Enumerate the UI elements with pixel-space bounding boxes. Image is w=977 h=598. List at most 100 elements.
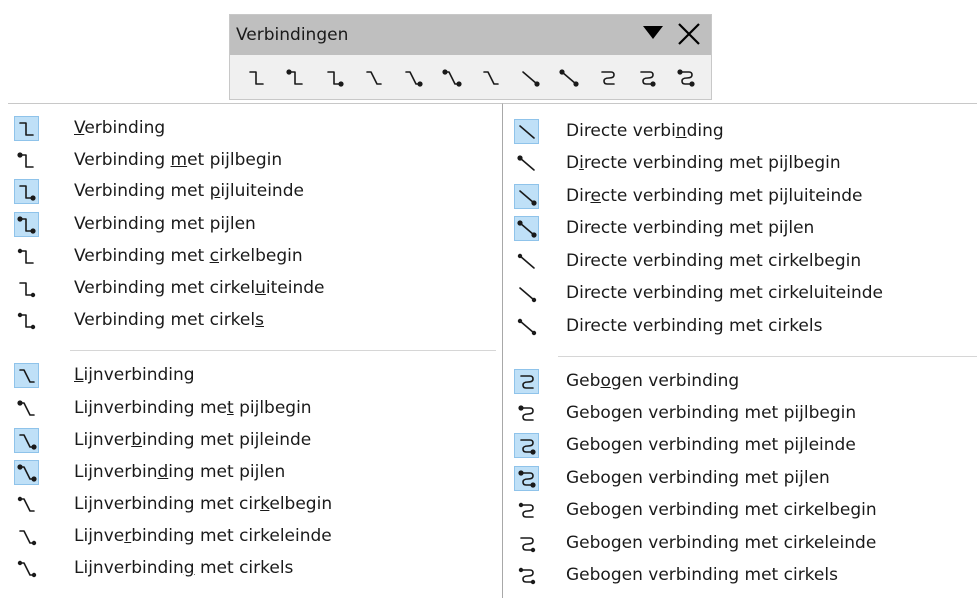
menu-item[interactable]: Lijnverbinding met cirkelbegin (8, 488, 502, 521)
line-connector-icon[interactable] (359, 65, 389, 91)
menu-item-label: Lijnverbinding met cirkeleinde (74, 526, 332, 546)
accelerator-key: k (260, 494, 270, 514)
accelerator-key: n (675, 121, 687, 141)
straight-connector-circles-icon (514, 314, 539, 339)
curved-connector-arrows-icon (514, 466, 539, 491)
straight-connector-icon (514, 119, 539, 144)
curved-connector-arrow-start-icon (514, 401, 539, 426)
menu-item-label: Lijnverbinding met cirkels (74, 558, 294, 578)
menu-item[interactable]: Lijnverbinding met pijlbegin (8, 392, 502, 425)
menu-item[interactable]: Directe verbinding met pijlbegin (503, 147, 977, 180)
menu-item[interactable]: Gebogen verbinding met cirkels (503, 559, 977, 592)
menu-item-label: Gebogen verbinding met pijleinde (566, 435, 856, 455)
connector-arrow-end-icon (14, 179, 39, 204)
curved-connector-arrows-icon[interactable] (671, 65, 701, 91)
curved-connector-icon[interactable] (593, 65, 623, 91)
menu-item[interactable]: Gebogen verbinding met pijlen (503, 462, 977, 495)
line-connector-arrows-icon[interactable] (437, 65, 467, 91)
menu-item-label: Directe verbinding met pijlen (566, 218, 815, 238)
menu-separator (558, 356, 977, 357)
menu-item[interactable]: Directe verbinding met pijluiteinde (503, 180, 977, 213)
accelerator-key: c (209, 246, 219, 266)
connector-arrow-start-icon[interactable] (281, 65, 311, 91)
menu-item-label: Gebogen verbinding met cirkelbegin (566, 500, 877, 520)
accelerator-key: g (183, 558, 195, 578)
standard-connector-icon[interactable] (242, 65, 272, 91)
menu-item[interactable]: Gebogen verbinding met pijleinde (503, 429, 977, 462)
toolbar-icon-row (230, 55, 711, 91)
accelerator-key: p (209, 181, 221, 201)
menu-item-label: Lijnverbinding met pijlen (74, 462, 286, 482)
menu-item[interactable]: Gebogen verbinding (503, 365, 977, 398)
line-connector-icon (14, 363, 39, 388)
straight-connector-arrows-icon[interactable] (554, 65, 584, 91)
menu-item[interactable]: Lijnverbinding met pijleinde (8, 424, 502, 457)
menu-item[interactable]: Verbinding met pijluiteinde (8, 175, 502, 208)
connectors-toolbar: Verbindingen (229, 14, 712, 100)
menu-item[interactable]: Gebogen verbinding met pijlbegin (503, 397, 977, 430)
menu-item[interactable]: Directe verbinding met cirkels (503, 310, 977, 343)
menu-item[interactable]: Directe verbinding met pijlen (503, 212, 977, 245)
accelerator-key: t (227, 398, 234, 418)
menu-separator (70, 350, 496, 351)
menu-item[interactable]: Directe verbinding met cirkelbegin (503, 245, 977, 278)
accelerator-key: o (600, 371, 611, 391)
menu-item-label: Verbinding met cirkelbegin (74, 246, 303, 266)
curved-connector-circles-icon (514, 563, 539, 588)
curved-connector-arrow-end-icon (514, 433, 539, 458)
menu-item[interactable]: Lijnverbinding met cirkeleinde (8, 520, 502, 553)
menu-item[interactable]: Gebogen verbinding met cirkelbegin (503, 494, 977, 527)
menu-item-label: Gebogen verbinding met pijlen (566, 468, 830, 488)
accelerator-key: b (131, 430, 142, 450)
menu-item[interactable]: Lijnverbinding met pijlen (8, 456, 502, 489)
menu-item-label: Gebogen verbinding (566, 371, 740, 391)
menu-item-label: Directe verbinding met cirkeluiteinde (566, 283, 883, 303)
line-connector-circle-start-icon (14, 492, 39, 517)
menu-item-label: Lijnverbinding met pijlbegin (74, 398, 312, 418)
menu-item[interactable]: Directe verbinding met cirkeluiteinde (503, 277, 977, 310)
menu-item[interactable]: Lijnverbinding (8, 359, 502, 392)
line-connector-circle-icon[interactable] (476, 65, 506, 91)
connectors-menu-right: Directe verbinding Directe verbinding met… (503, 103, 977, 598)
toolbar-title: Verbindingen (236, 25, 349, 45)
menu-item[interactable]: Directe verbinding (503, 115, 977, 148)
curved-connector-circle-end-icon (514, 531, 539, 556)
connector-arrow-start-icon (14, 148, 39, 173)
line-connector-arrow-end-icon[interactable] (398, 65, 428, 91)
line-connector-arrow-start-icon (14, 396, 39, 421)
menu-item[interactable]: Verbinding met cirkels (8, 304, 502, 337)
line-connector-arrow-end-icon (14, 428, 39, 453)
menu-item[interactable]: Verbinding met pijlbegin (8, 144, 502, 177)
accelerator-key: m (170, 150, 188, 170)
menu-item-label: Directe verbinding (566, 121, 724, 141)
menu-item[interactable]: Lijnverbinding met cirkels (8, 552, 502, 585)
connector-arrow-end-icon[interactable] (320, 65, 350, 91)
menu-item[interactable]: Gebogen verbinding met cirkeleinde (503, 527, 977, 560)
accelerator-key: u (255, 278, 266, 298)
connectors-menu-left: Verbinding Verbinding met pijlbegin Verbin… (8, 103, 503, 598)
menu-item-label: Directe verbinding met cirkels (566, 316, 823, 336)
menu-item-label: Directe verbinding met cirkelbegin (566, 251, 862, 271)
close-icon[interactable] (677, 22, 701, 46)
menu-item-label: Lijnverbinding met cirkelbegin (74, 494, 333, 514)
curved-connector-icon (514, 369, 539, 394)
menu-item-label: Gebogen verbinding met pijlbegin (566, 403, 857, 423)
curved-connector-arrow-end-icon[interactable] (632, 65, 662, 91)
menu-item[interactable]: Verbinding met cirkeluiteinde (8, 272, 502, 305)
menu-item[interactable]: Verbinding (8, 112, 502, 145)
straight-connector-arrows-icon (514, 216, 539, 241)
menu-item[interactable]: Verbinding met pijlen (8, 208, 502, 241)
accelerator-key: d (157, 462, 169, 482)
curved-connector-circle-start-icon (514, 498, 539, 523)
straight-connector-circle-start-icon (514, 249, 539, 274)
toolbar-title-bar[interactable]: Verbindingen (230, 15, 711, 55)
straight-connector-arrow-start-icon (514, 151, 539, 176)
straight-connector-arrow-end-icon (514, 184, 539, 209)
straight-connector-arrow-end-icon[interactable] (515, 65, 545, 91)
menu-item-label: Verbinding met cirkeluiteinde (74, 278, 325, 298)
connector-circle-start-icon (14, 244, 39, 269)
dropdown-arrow-icon[interactable] (643, 26, 663, 39)
menu-item-label: Lijnverbinding met pijleinde (74, 430, 312, 450)
menu-item[interactable]: Verbinding met cirkelbegin (8, 240, 502, 273)
accelerator-key: s (255, 310, 264, 330)
